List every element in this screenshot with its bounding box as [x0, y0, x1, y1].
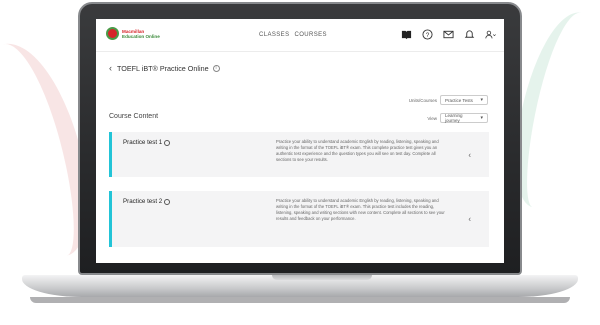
- clock-icon: [164, 198, 171, 205]
- card-title: Practice test 2: [123, 198, 163, 205]
- units-select[interactable]: Practice Tests ▾: [440, 95, 488, 105]
- logo-line-2: Education Online: [122, 33, 160, 39]
- course-card[interactable]: Practice test 1 Practice your ability to…: [109, 132, 489, 177]
- top-nav: CLASSES COURSES: [259, 32, 327, 38]
- back-chevron-icon[interactable]: ‹: [109, 63, 112, 73]
- view-control: View Learning journey ▾: [427, 113, 488, 123]
- laptop-notch: [272, 275, 372, 280]
- view-select[interactable]: Learning journey ▾: [440, 113, 488, 123]
- logo-icon: [106, 27, 119, 40]
- nav-link-courses[interactable]: COURSES: [294, 32, 326, 38]
- units-control: Units/Courses Practice Tests ▾: [409, 95, 488, 105]
- section-title: Course Content: [109, 113, 159, 120]
- laptop-base: [22, 275, 578, 297]
- header-icons: ?: [401, 29, 496, 40]
- card-description: Practice your ability to understand acad…: [276, 139, 439, 162]
- view-label: View: [427, 115, 437, 121]
- logo[interactable]: Macmillan Education Online: [106, 27, 160, 40]
- mail-icon[interactable]: [443, 29, 454, 40]
- units-label: Units/Courses: [408, 97, 437, 103]
- chevron-down-icon: ▾: [480, 97, 483, 103]
- course-card[interactable]: Practice test 2 Practice your ability to…: [109, 191, 489, 247]
- info-icon[interactable]: i: [212, 64, 220, 72]
- page-title-row: ‹ TOEFL iBT® Practice Online i: [109, 63, 220, 73]
- laptop-screen: Macmillan Education Online CLASSES COURS…: [96, 19, 504, 263]
- clock-icon: [164, 139, 171, 146]
- nav-link-classes[interactable]: CLASSES: [259, 32, 289, 38]
- notification-bell-icon[interactable]: [464, 29, 475, 40]
- book-icon[interactable]: [401, 29, 412, 40]
- chevron-down-icon: ▾: [480, 115, 483, 121]
- laptop-foot: [30, 297, 570, 303]
- help-icon[interactable]: ?: [422, 29, 433, 40]
- user-menu-icon[interactable]: [485, 29, 496, 40]
- expand-chevron-icon[interactable]: ‹: [468, 150, 471, 159]
- page-title: TOEFL iBT® Practice Online: [117, 63, 209, 73]
- card-title: Practice test 1: [123, 139, 163, 146]
- app-header: Macmillan Education Online CLASSES COURS…: [96, 19, 504, 52]
- card-description: Practice your ability to understand acad…: [276, 198, 445, 221]
- expand-chevron-icon[interactable]: ‹: [468, 215, 471, 224]
- svg-text:?: ?: [426, 32, 430, 39]
